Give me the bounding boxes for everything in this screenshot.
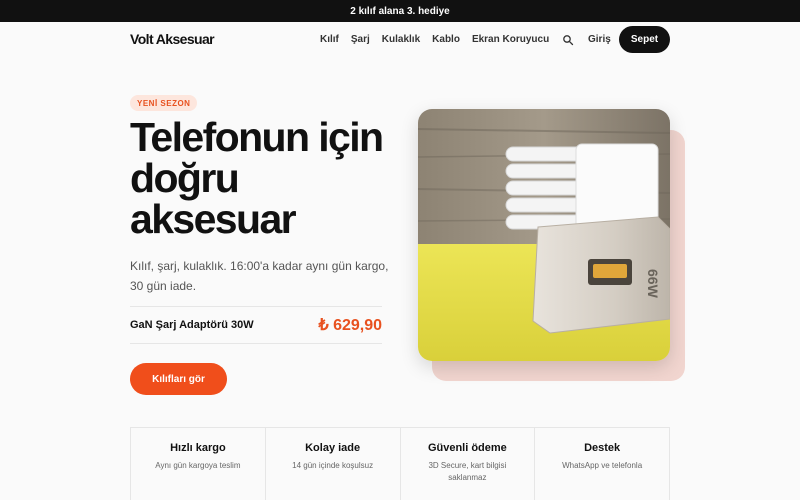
feature-strip: Hızlı kargo Aynı gün kargoya teslim Kola… [130,427,670,500]
feature-title: Hızlı kargo [170,442,226,454]
feature-easy-return: Kolay iade 14 gün içinde koşulsuz [266,428,401,500]
search-icon[interactable] [562,34,574,46]
hero-title: Telefonun için doğru aksesuar [130,114,384,242]
feature-support: Destek WhatsApp ve telefonla [535,428,670,500]
feature-title: Destek [584,442,621,454]
view-cases-button[interactable]: Kılıfları gör [130,363,227,395]
hero-subtitle: Kılıf, şarj, kulaklık. 16:00'a kadar ayn… [130,259,389,293]
feature-fast-shipping: Hızlı kargo Aynı gün kargoya teslim [130,428,266,500]
feature-desc: WhatsApp ve telefonla [562,461,643,470]
feature-title: Güvenli ödeme [427,442,507,454]
feature-secure-payment: Güvenli ödeme 3D Secure, kart bilgisi sa… [401,428,536,500]
login-link[interactable]: Giriş [588,34,611,45]
nav-item-kilif[interactable]: Kılıf [320,34,339,45]
featured-product[interactable]: GaN Şarj Adaptörü 30W ₺ 629,90 [130,306,382,344]
charger-wattage-label: 66W [645,269,661,299]
site-header: Volt Aksesuar Kılıf Şarj Kulaklık Kablo … [0,22,800,58]
feature-title: Kolay iade [305,442,361,454]
nav-item-kulaklik[interactable]: Kulaklık [382,34,420,45]
logo[interactable]: Volt Aksesuar [130,31,215,47]
announcement-bar: 2 kılıf alana 3. hediye [0,0,800,22]
nav-item-ekran-koruyucu[interactable]: Ekran Koruyucu [472,34,549,45]
product-price: ₺ 629,90 [318,317,382,334]
cart-button[interactable]: Sepet [619,26,670,53]
feature-desc: 14 gün içinde koşulsuz [292,461,374,470]
nav-item-sarj[interactable]: Şarj [351,34,370,45]
announcement-text: 2 kılıf alana 3. hediye [350,5,450,17]
main-nav: Kılıf Şarj Kulaklık Kablo Ekran Koruyucu [320,34,549,45]
new-season-badge: YENİ SEZON [130,95,198,111]
feature-desc: 3D Secure, kart bilgisi saklanmaz [428,461,507,482]
hero-product-image: 66W [418,109,670,361]
nav-item-kablo[interactable]: Kablo [432,34,460,45]
feature-desc: Aynı gün kargoya teslim [155,461,241,470]
charger-illustration: 66W [418,109,670,361]
product-name: GaN Şarj Adaptörü 30W [130,319,254,331]
